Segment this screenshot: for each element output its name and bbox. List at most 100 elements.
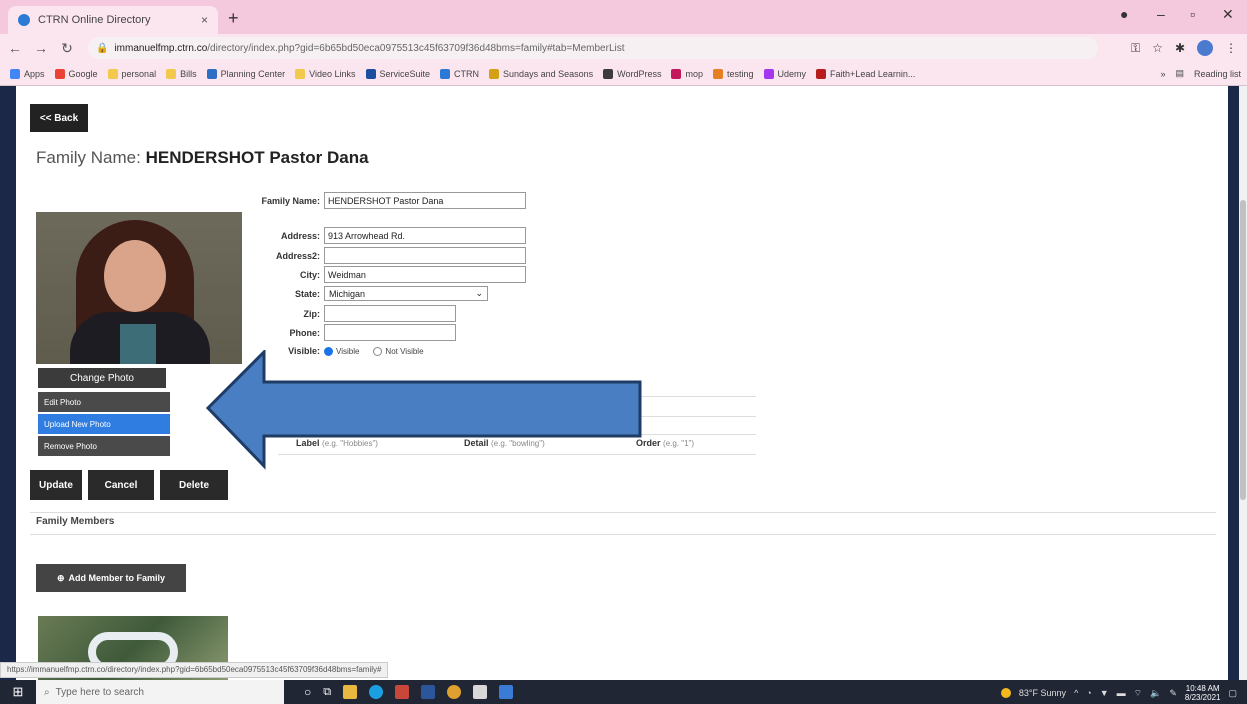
taskbar-search[interactable]: ⌕ Type here to search xyxy=(36,680,284,704)
edit-photo-item[interactable]: Edit Photo xyxy=(38,392,170,414)
reading-list-label[interactable]: Reading list xyxy=(1194,69,1241,79)
taskbar: ⊞ ⌕ Type here to search ○ ⧉ 83°F Sunny ^… xyxy=(0,680,1247,704)
photo-menu: Edit Photo Upload New Photo Remove Photo xyxy=(38,392,170,458)
minimize-icon[interactable]: – xyxy=(1157,6,1165,22)
chrome-icon[interactable] xyxy=(447,685,462,699)
reload-icon[interactable]: ↻ xyxy=(56,40,78,57)
delete-button[interactable]: Delete xyxy=(160,470,228,500)
page-title: Family Name: HENDERSHOT Pastor Dana xyxy=(36,148,369,168)
arrow-shape xyxy=(206,350,642,470)
bookmark-planning-center[interactable]: Planning Center xyxy=(206,68,286,79)
new-tab-icon[interactable]: + xyxy=(228,8,239,29)
browser-tab-bar: CTRN Online Directory × + ● – ▫ ✕ xyxy=(0,0,1247,34)
bookmark-wordpress[interactable]: WordPress xyxy=(603,68,661,79)
word-icon[interactable] xyxy=(421,685,436,699)
zip-input[interactable] xyxy=(324,305,456,322)
city-input[interactable]: Weidman xyxy=(324,266,526,283)
address-label: Address: xyxy=(280,230,320,241)
add-member-button[interactable]: ⊕ Add Member to Family xyxy=(36,564,186,592)
bookmark-mop[interactable]: mop xyxy=(671,68,703,79)
family-name-input[interactable]: HENDERSHOT Pastor Dana xyxy=(324,192,526,209)
bookmark-apps[interactable]: Apps xyxy=(10,68,45,79)
windows-start-icon[interactable]: ⊞ xyxy=(0,684,36,700)
weather-text[interactable]: 83°F Sunny xyxy=(1019,688,1066,698)
record-icon[interactable]: ● xyxy=(1120,6,1128,22)
plus-circle-icon: ⊕ xyxy=(56,572,65,583)
planning-center-icon xyxy=(206,68,217,79)
bookmark-label: Apps xyxy=(24,68,45,79)
close-window-icon[interactable]: ✕ xyxy=(1222,6,1234,23)
task-view-icon[interactable]: ⧉ xyxy=(323,686,331,699)
bookmark-label: Sundays and Seasons xyxy=(503,68,594,79)
profile-avatar-icon[interactable] xyxy=(1197,40,1213,56)
key-icon[interactable]: ⚿ xyxy=(1131,41,1140,56)
tray-vpn-icon[interactable]: ▼ xyxy=(1100,688,1109,698)
file-explorer-icon[interactable] xyxy=(343,685,358,699)
extensions-icon[interactable]: ✱ xyxy=(1175,41,1185,55)
apps-icon xyxy=(10,68,20,79)
order-hint: (e.g. "1") xyxy=(663,439,695,448)
family-name-row: Family Name: HENDERSHOT Pastor Dana xyxy=(216,192,526,209)
status-url: https://immanuelfmp.ctrn.co/directory/in… xyxy=(0,662,389,678)
powerpoint-icon[interactable] xyxy=(395,685,410,699)
bookmark-video-links[interactable]: Video Links xyxy=(295,68,356,79)
forward-arrow-icon[interactable]: → xyxy=(30,40,52,56)
cortana-icon[interactable]: ○ xyxy=(304,685,311,699)
bookmark-google[interactable]: Google xyxy=(54,68,98,79)
remove-photo-item[interactable]: Remove Photo xyxy=(38,436,170,458)
reading-list-icon[interactable]: ▤ xyxy=(1175,68,1184,79)
bookmark-servicesuite[interactable]: ServiceSuite xyxy=(365,68,430,79)
testing-icon xyxy=(713,68,723,79)
bookmark-bills[interactable]: Bills xyxy=(166,68,197,79)
scrollbar-thumb[interactable] xyxy=(1240,200,1246,500)
store-icon[interactable] xyxy=(473,685,488,699)
pen-icon[interactable]: ✎ xyxy=(1169,688,1177,699)
bookmark-sundays[interactable]: Sundays and Seasons xyxy=(489,68,594,79)
more-bookmarks-icon[interactable]: » xyxy=(1160,69,1165,79)
notifications-icon[interactable]: ▢ xyxy=(1228,688,1237,699)
bookmark-label: Planning Center xyxy=(220,68,286,79)
page-frame-right xyxy=(1228,86,1239,680)
photos-icon[interactable] xyxy=(499,685,514,699)
clock[interactable]: 10:48 AM 8/23/2021 xyxy=(1185,684,1221,702)
bookmark-testing[interactable]: testing xyxy=(713,68,754,79)
network-icon[interactable]: ⌔ xyxy=(1134,688,1142,699)
family-members-header: Family Members xyxy=(36,516,115,527)
menu-icon[interactable]: ⋮ xyxy=(1225,41,1237,55)
tray-app-icon[interactable]: ◔ xyxy=(1086,688,1091,698)
search-icon: ⌕ xyxy=(44,686,50,698)
address2-label: Address2: xyxy=(275,250,320,261)
address-input[interactable]: 913 Arrowhead Rd. xyxy=(324,227,526,244)
annotation-arrow xyxy=(206,350,642,470)
chevron-down-icon: ⌄ xyxy=(475,288,483,298)
mop-icon xyxy=(671,68,682,79)
back-button[interactable]: << Back xyxy=(30,104,88,132)
browser-tab[interactable]: CTRN Online Directory × xyxy=(8,6,218,34)
back-arrow-icon[interactable]: ← xyxy=(4,40,26,56)
upload-new-photo-item[interactable]: Upload New Photo xyxy=(38,414,170,436)
cancel-button[interactable]: Cancel xyxy=(88,470,154,500)
clock-time: 10:48 AM xyxy=(1185,684,1220,693)
city-row: City: Weidman xyxy=(216,266,526,283)
bookmark-udemy[interactable]: Udemy xyxy=(763,68,806,79)
update-button[interactable]: Update xyxy=(30,470,82,500)
bookmark-ctrn[interactable]: CTRN xyxy=(440,68,480,79)
bookmark-label: CTRN xyxy=(454,68,480,79)
edge-icon[interactable] xyxy=(369,685,384,699)
state-select[interactable]: Michigan ⌄ xyxy=(324,286,488,301)
address2-input[interactable] xyxy=(324,247,526,264)
url-field[interactable]: 🔒 immanuelfmp.ctrn.co /directory/index.p… xyxy=(88,37,1098,59)
volume-icon[interactable]: 🔈 xyxy=(1150,688,1161,699)
maximize-icon[interactable]: ▫ xyxy=(1190,6,1195,22)
google-icon xyxy=(54,68,65,79)
wordpress-icon xyxy=(603,68,614,79)
tray-chevron-icon[interactable]: ^ xyxy=(1074,688,1078,698)
phone-input[interactable] xyxy=(324,324,456,341)
bookmark-personal[interactable]: personal xyxy=(107,68,156,79)
lock-icon: 🔒 xyxy=(96,42,109,54)
change-photo-button[interactable]: Change Photo xyxy=(38,368,166,388)
bookmark-faith-lead[interactable]: Faith+Lead Learnin... xyxy=(816,68,915,79)
battery-icon[interactable]: ▬ xyxy=(1117,688,1126,698)
close-tab-icon[interactable]: × xyxy=(201,13,208,27)
star-icon[interactable]: ☆ xyxy=(1152,41,1163,55)
